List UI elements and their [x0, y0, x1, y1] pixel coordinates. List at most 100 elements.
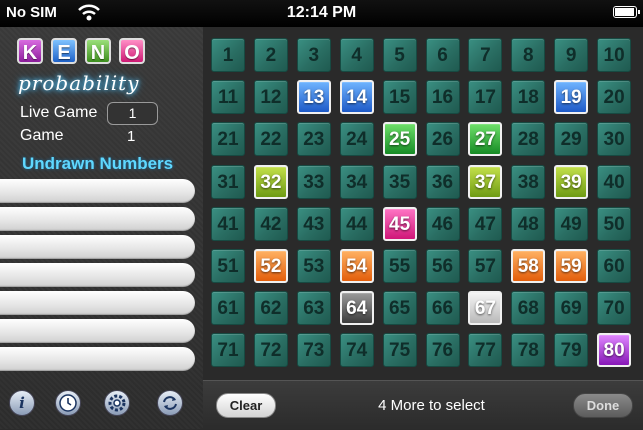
number-cell-38[interactable]: 38: [511, 164, 546, 199]
undrawn-slot: [0, 207, 195, 231]
logo-letter-n: N: [85, 38, 111, 64]
number-cell-24[interactable]: 24: [339, 122, 374, 157]
gear-icon[interactable]: [104, 390, 130, 416]
undrawn-slot: [0, 263, 195, 287]
number-cell-44[interactable]: 44: [339, 206, 374, 241]
number-cell-67[interactable]: 67: [468, 291, 503, 326]
number-cell-46[interactable]: 46: [425, 206, 460, 241]
number-cell-51[interactable]: 51: [211, 249, 245, 283]
number-cell-8[interactable]: 8: [511, 38, 546, 72]
number-cell-73[interactable]: 73: [296, 333, 331, 368]
number-cell-68[interactable]: 68: [511, 291, 546, 326]
number-cell-28[interactable]: 28: [511, 122, 546, 157]
live-game-label: Live Game: [20, 104, 98, 121]
number-cell-37[interactable]: 37: [468, 164, 503, 199]
number-cell-3[interactable]: 3: [296, 38, 331, 72]
number-cell-19[interactable]: 19: [554, 80, 589, 115]
number-cell-65[interactable]: 65: [382, 291, 417, 326]
number-cell-72[interactable]: 72: [253, 333, 288, 368]
number-cell-76[interactable]: 76: [425, 333, 460, 368]
number-cell-29[interactable]: 29: [554, 122, 589, 157]
number-cell-79[interactable]: 79: [554, 333, 589, 368]
info-icon[interactable]: i: [9, 390, 35, 416]
number-cell-33[interactable]: 33: [296, 164, 331, 199]
number-cell-14[interactable]: 14: [339, 80, 374, 115]
number-cell-39[interactable]: 39: [554, 164, 589, 199]
number-cell-21[interactable]: 21: [211, 122, 245, 157]
number-cell-4[interactable]: 4: [339, 38, 374, 72]
number-cell-62[interactable]: 62: [253, 291, 288, 326]
number-cell-41[interactable]: 41: [211, 206, 245, 241]
number-cell-35[interactable]: 35: [382, 164, 417, 199]
number-cell-53[interactable]: 53: [296, 249, 331, 283]
logo-letter-k: K: [17, 38, 43, 64]
number-cell-55[interactable]: 55: [382, 249, 417, 283]
game-label: Game: [20, 127, 64, 144]
number-cell-18[interactable]: 18: [511, 80, 546, 115]
number-cell-71[interactable]: 71: [211, 333, 245, 368]
bottom-bar: Clear 4 More to select Done: [203, 380, 643, 430]
live-game-field[interactable]: 1: [107, 102, 158, 125]
number-cell-45[interactable]: 45: [382, 206, 417, 241]
number-cell-70[interactable]: 70: [597, 291, 632, 326]
done-button[interactable]: Done: [573, 393, 633, 418]
number-cell-10[interactable]: 10: [597, 38, 632, 72]
number-cell-42[interactable]: 42: [253, 206, 288, 241]
number-cell-17[interactable]: 17: [468, 80, 503, 115]
number-cell-31[interactable]: 31: [211, 164, 245, 199]
number-cell-7[interactable]: 7: [468, 38, 503, 72]
number-cell-13[interactable]: 13: [296, 80, 331, 115]
number-cell-16[interactable]: 16: [425, 80, 460, 115]
number-cell-6[interactable]: 6: [425, 38, 460, 72]
number-cell-59[interactable]: 59: [554, 249, 589, 283]
refresh-icon[interactable]: [157, 390, 183, 416]
number-cell-48[interactable]: 48: [511, 206, 546, 241]
number-cell-30[interactable]: 30: [597, 122, 632, 157]
number-cell-74[interactable]: 74: [339, 333, 374, 368]
number-cell-22[interactable]: 22: [253, 122, 288, 157]
number-cell-63[interactable]: 63: [296, 291, 331, 326]
number-cell-56[interactable]: 56: [425, 249, 460, 283]
number-cell-49[interactable]: 49: [554, 206, 589, 241]
number-cell-26[interactable]: 26: [425, 122, 460, 157]
number-cell-11[interactable]: 11: [211, 80, 245, 115]
number-cell-43[interactable]: 43: [296, 206, 331, 241]
number-cell-66[interactable]: 66: [425, 291, 460, 326]
number-cell-32[interactable]: 32: [253, 164, 288, 199]
number-cell-9[interactable]: 9: [554, 38, 589, 72]
number-cell-12[interactable]: 12: [253, 80, 288, 115]
number-cell-15[interactable]: 15: [382, 80, 417, 115]
number-cell-52[interactable]: 52: [253, 249, 288, 283]
number-cell-77[interactable]: 77: [468, 333, 503, 368]
number-cell-57[interactable]: 57: [468, 249, 503, 283]
number-cell-2[interactable]: 2: [253, 38, 288, 72]
number-cell-78[interactable]: 78: [511, 333, 546, 368]
number-cell-69[interactable]: 69: [554, 291, 589, 326]
left-panel: K E N O probability Live Game 1 Game 1 U…: [0, 27, 203, 429]
clock-time: 12:14 PM: [286, 4, 357, 21]
number-cell-50[interactable]: 50: [597, 206, 632, 241]
number-cell-25[interactable]: 25: [382, 122, 417, 157]
undrawn-slot: [0, 179, 195, 203]
number-cell-60[interactable]: 60: [597, 249, 632, 283]
undrawn-slot: [0, 347, 195, 371]
number-cell-61[interactable]: 61: [211, 291, 245, 326]
number-cell-20[interactable]: 20: [597, 80, 632, 115]
number-cell-5[interactable]: 5: [382, 38, 417, 72]
number-cell-54[interactable]: 54: [339, 249, 374, 283]
number-cell-27[interactable]: 27: [468, 122, 503, 157]
number-cell-23[interactable]: 23: [296, 122, 331, 157]
number-cell-1[interactable]: 1: [211, 38, 245, 72]
number-cell-58[interactable]: 58: [511, 249, 546, 283]
number-cell-75[interactable]: 75: [382, 333, 417, 368]
undrawn-slot: [0, 291, 195, 315]
number-cell-47[interactable]: 47: [468, 206, 503, 241]
number-cell-80[interactable]: 80: [597, 333, 632, 368]
number-grid: 1 2 3 4 5 6 7 8 9 10 11 12 13 14 15 16 17 18 19 20 21 22 23 24 2…: [203, 27, 643, 380]
number-cell-64[interactable]: 64: [339, 291, 374, 326]
number-cell-34[interactable]: 34: [339, 164, 374, 199]
number-cell-40[interactable]: 40: [597, 164, 632, 199]
number-cell-36[interactable]: 36: [425, 164, 460, 199]
clock-icon[interactable]: [55, 390, 81, 416]
undrawn-slot: [0, 319, 195, 343]
